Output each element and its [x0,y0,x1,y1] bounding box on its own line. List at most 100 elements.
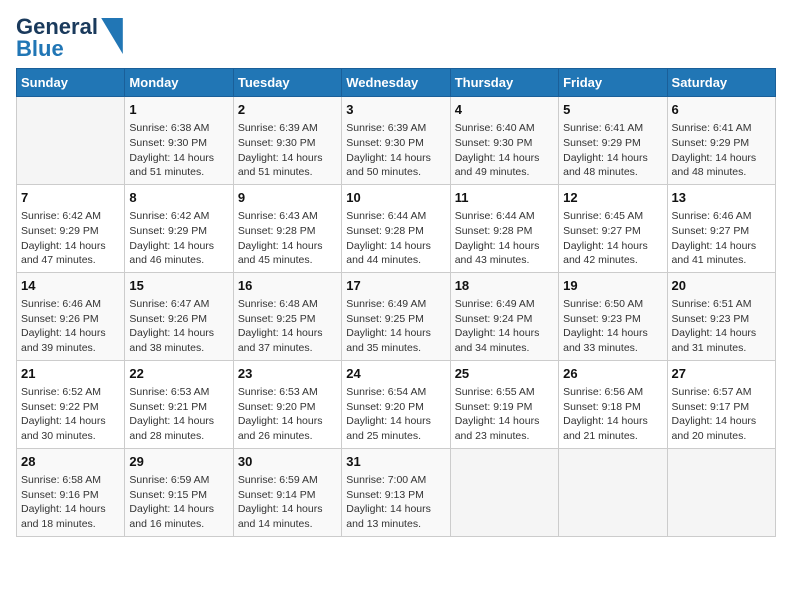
sunrise-text: Sunrise: 6:45 AM [563,209,662,224]
daylight-text: Daylight: 14 hours and 38 minutes. [129,326,228,355]
daylight-text: Daylight: 14 hours and 37 minutes. [238,326,337,355]
calendar-cell: 6 Sunrise: 6:41 AM Sunset: 9:29 PM Dayli… [667,97,775,185]
page-header: General Blue [16,16,776,60]
day-number: 19 [563,277,662,295]
daylight-text: Daylight: 14 hours and 28 minutes. [129,414,228,443]
calendar-cell: 26 Sunrise: 6:56 AM Sunset: 9:18 PM Dayl… [559,360,667,448]
sunrise-text: Sunrise: 7:00 AM [346,473,445,488]
calendar-cell: 8 Sunrise: 6:42 AM Sunset: 9:29 PM Dayli… [125,184,233,272]
weekday-header-sunday: Sunday [17,69,125,97]
sunset-text: Sunset: 9:15 PM [129,488,228,503]
sunset-text: Sunset: 9:30 PM [346,136,445,151]
weekday-header-saturday: Saturday [667,69,775,97]
sunset-text: Sunset: 9:25 PM [346,312,445,327]
sunrise-text: Sunrise: 6:53 AM [129,385,228,400]
calendar-cell: 21 Sunrise: 6:52 AM Sunset: 9:22 PM Dayl… [17,360,125,448]
calendar-week-row: 28 Sunrise: 6:58 AM Sunset: 9:16 PM Dayl… [17,448,776,536]
day-number: 16 [238,277,337,295]
calendar-week-row: 21 Sunrise: 6:52 AM Sunset: 9:22 PM Dayl… [17,360,776,448]
calendar-cell: 5 Sunrise: 6:41 AM Sunset: 9:29 PM Dayli… [559,97,667,185]
weekday-header-thursday: Thursday [450,69,558,97]
daylight-text: Daylight: 14 hours and 21 minutes. [563,414,662,443]
daylight-text: Daylight: 14 hours and 13 minutes. [346,502,445,531]
daylight-text: Daylight: 14 hours and 42 minutes. [563,239,662,268]
sunrise-text: Sunrise: 6:48 AM [238,297,337,312]
sunset-text: Sunset: 9:30 PM [455,136,554,151]
calendar-cell: 22 Sunrise: 6:53 AM Sunset: 9:21 PM Dayl… [125,360,233,448]
weekday-header-row: SundayMondayTuesdayWednesdayThursdayFrid… [17,69,776,97]
sunrise-text: Sunrise: 6:56 AM [563,385,662,400]
sunset-text: Sunset: 9:13 PM [346,488,445,503]
sunset-text: Sunset: 9:29 PM [21,224,120,239]
day-number: 21 [21,365,120,383]
sunrise-text: Sunrise: 6:40 AM [455,121,554,136]
sunrise-text: Sunrise: 6:41 AM [563,121,662,136]
daylight-text: Daylight: 14 hours and 39 minutes. [21,326,120,355]
calendar-cell: 15 Sunrise: 6:47 AM Sunset: 9:26 PM Dayl… [125,272,233,360]
daylight-text: Daylight: 14 hours and 30 minutes. [21,414,120,443]
logo: General Blue [16,16,124,60]
daylight-text: Daylight: 14 hours and 49 minutes. [455,151,554,180]
calendar-cell [559,448,667,536]
sunrise-text: Sunrise: 6:58 AM [21,473,120,488]
calendar-cell: 1 Sunrise: 6:38 AM Sunset: 9:30 PM Dayli… [125,97,233,185]
day-number: 27 [672,365,771,383]
calendar-cell: 27 Sunrise: 6:57 AM Sunset: 9:17 PM Dayl… [667,360,775,448]
sunset-text: Sunset: 9:18 PM [563,400,662,415]
weekday-header-tuesday: Tuesday [233,69,341,97]
calendar-cell [450,448,558,536]
daylight-text: Daylight: 14 hours and 14 minutes. [238,502,337,531]
sunrise-text: Sunrise: 6:46 AM [21,297,120,312]
logo-general: General [16,16,98,38]
day-number: 1 [129,101,228,119]
sunset-text: Sunset: 9:23 PM [672,312,771,327]
day-number: 29 [129,453,228,471]
day-number: 6 [672,101,771,119]
sunrise-text: Sunrise: 6:43 AM [238,209,337,224]
daylight-text: Daylight: 14 hours and 16 minutes. [129,502,228,531]
sunrise-text: Sunrise: 6:54 AM [346,385,445,400]
sunrise-text: Sunrise: 6:44 AM [346,209,445,224]
day-number: 4 [455,101,554,119]
day-number: 22 [129,365,228,383]
calendar-cell: 10 Sunrise: 6:44 AM Sunset: 9:28 PM Dayl… [342,184,450,272]
daylight-text: Daylight: 14 hours and 51 minutes. [238,151,337,180]
calendar-cell: 4 Sunrise: 6:40 AM Sunset: 9:30 PM Dayli… [450,97,558,185]
calendar-cell: 24 Sunrise: 6:54 AM Sunset: 9:20 PM Dayl… [342,360,450,448]
sunset-text: Sunset: 9:19 PM [455,400,554,415]
day-number: 31 [346,453,445,471]
sunrise-text: Sunrise: 6:42 AM [21,209,120,224]
calendar-cell: 28 Sunrise: 6:58 AM Sunset: 9:16 PM Dayl… [17,448,125,536]
daylight-text: Daylight: 14 hours and 35 minutes. [346,326,445,355]
daylight-text: Daylight: 14 hours and 50 minutes. [346,151,445,180]
daylight-text: Daylight: 14 hours and 47 minutes. [21,239,120,268]
sunset-text: Sunset: 9:26 PM [129,312,228,327]
sunset-text: Sunset: 9:28 PM [346,224,445,239]
daylight-text: Daylight: 14 hours and 48 minutes. [672,151,771,180]
sunset-text: Sunset: 9:27 PM [563,224,662,239]
sunset-text: Sunset: 9:28 PM [238,224,337,239]
calendar-cell: 7 Sunrise: 6:42 AM Sunset: 9:29 PM Dayli… [17,184,125,272]
calendar-cell: 3 Sunrise: 6:39 AM Sunset: 9:30 PM Dayli… [342,97,450,185]
calendar-cell [667,448,775,536]
calendar-cell: 2 Sunrise: 6:39 AM Sunset: 9:30 PM Dayli… [233,97,341,185]
calendar-cell: 13 Sunrise: 6:46 AM Sunset: 9:27 PM Dayl… [667,184,775,272]
sunrise-text: Sunrise: 6:50 AM [563,297,662,312]
sunrise-text: Sunrise: 6:41 AM [672,121,771,136]
daylight-text: Daylight: 14 hours and 34 minutes. [455,326,554,355]
calendar-cell: 20 Sunrise: 6:51 AM Sunset: 9:23 PM Dayl… [667,272,775,360]
sunset-text: Sunset: 9:21 PM [129,400,228,415]
daylight-text: Daylight: 14 hours and 45 minutes. [238,239,337,268]
sunrise-text: Sunrise: 6:51 AM [672,297,771,312]
sunset-text: Sunset: 9:20 PM [346,400,445,415]
day-number: 17 [346,277,445,295]
sunset-text: Sunset: 9:29 PM [672,136,771,151]
sunrise-text: Sunrise: 6:59 AM [238,473,337,488]
sunrise-text: Sunrise: 6:42 AM [129,209,228,224]
logo-triangle-icon [100,18,124,54]
day-number: 25 [455,365,554,383]
weekday-header-wednesday: Wednesday [342,69,450,97]
daylight-text: Daylight: 14 hours and 31 minutes. [672,326,771,355]
calendar-cell: 25 Sunrise: 6:55 AM Sunset: 9:19 PM Dayl… [450,360,558,448]
day-number: 15 [129,277,228,295]
